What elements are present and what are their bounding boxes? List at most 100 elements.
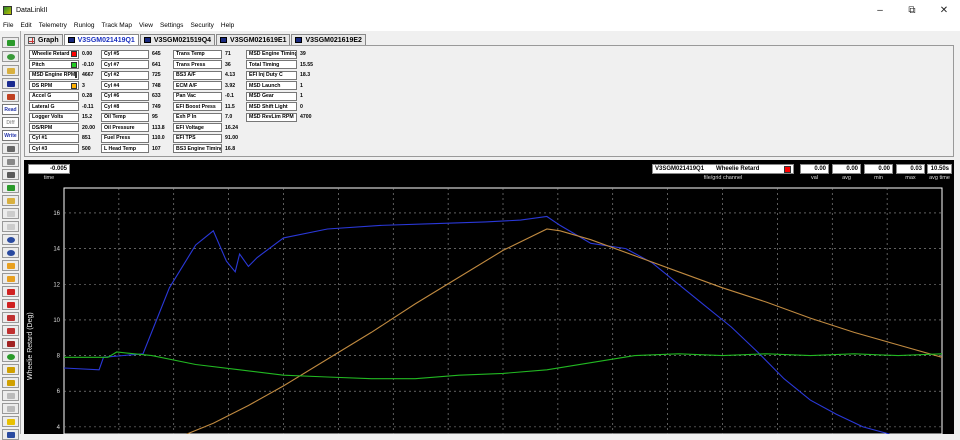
tab-v3sgm021519q4[interactable]: V3SGM021519Q4 — [139, 34, 216, 45]
right-arrow-tool[interactable] — [2, 299, 19, 310]
marker-tool[interactable] — [2, 338, 19, 349]
parameter-name-button[interactable]: Trans Press — [173, 60, 222, 70]
open-folder-tool[interactable] — [2, 65, 19, 76]
zoom-out-tool[interactable] — [2, 247, 19, 258]
parameter-name-button[interactable]: BS3 A/F — [173, 70, 222, 80]
run-tool[interactable] — [2, 182, 19, 193]
parameter-name-button[interactable]: Fuel Press — [101, 133, 149, 143]
parameter-name-button[interactable]: Cyl #2 — [101, 70, 149, 80]
channel-selector[interactable]: V3SGM021419Q1 Wheelie Retard — [652, 164, 794, 174]
parameter-name-button[interactable]: DS RPM — [29, 81, 79, 91]
parameter-name-button[interactable]: DS/RPM — [29, 123, 79, 133]
compress-tool[interactable] — [2, 273, 19, 284]
save-tool[interactable] — [2, 78, 19, 89]
tab-v3sgm021619e2[interactable]: V3SGM021619E2 — [291, 34, 366, 45]
tab-graph[interactable]: Graph — [24, 34, 63, 45]
app-logo-icon — [3, 5, 12, 15]
scale-tool[interactable] — [2, 312, 19, 323]
parameter-name-button[interactable]: Exh P In — [173, 112, 222, 122]
grid-tool[interactable] — [2, 208, 19, 219]
parameter-name-button[interactable]: Cyl #6 — [101, 91, 149, 101]
menu-file[interactable]: File — [3, 22, 13, 29]
parameter-name-button[interactable]: Cyl #1 — [29, 133, 79, 143]
cursor-tool[interactable] — [2, 325, 19, 336]
parameter-name-button[interactable]: Cyl #3 — [29, 144, 79, 154]
parameter-name-button[interactable]: Cyl #7 — [101, 60, 149, 70]
parameter-name-button[interactable]: Oil Temp — [101, 112, 149, 122]
parameter-name-button[interactable]: Accel G — [29, 91, 79, 101]
expand-tool[interactable] — [2, 260, 19, 271]
menu-edit[interactable]: Edit — [20, 22, 31, 29]
parameter-name-button[interactable]: Cyl #4 — [101, 81, 149, 91]
sync-tool[interactable] — [2, 364, 19, 375]
grid-two-tool[interactable] — [2, 221, 19, 232]
pen-tool[interactable] — [2, 169, 19, 180]
parameter-name-button[interactable]: Oil Pressure — [101, 123, 149, 133]
parameter-name-button[interactable]: MSD Engine RPM — [29, 70, 79, 80]
edit-tool[interactable] — [2, 91, 19, 102]
parameter-name-button[interactable]: EFI Inj Duty C — [246, 70, 297, 80]
parameter-name-button[interactable]: MSD Shift Light — [246, 102, 297, 112]
menu-runlog[interactable]: Runlog — [74, 22, 95, 29]
parameter-name: MSD Engine Timing — [249, 51, 297, 58]
series-color-swatch[interactable] — [71, 82, 77, 89]
menu-help[interactable]: Help — [221, 22, 234, 29]
parameter-name-button[interactable]: MSD RevLim RPM — [246, 112, 297, 122]
undo-tool[interactable] — [2, 390, 19, 401]
series-color-swatch[interactable] — [75, 72, 78, 79]
parameter-name-button[interactable]: Pitch — [29, 60, 79, 70]
parameter-name-button[interactable]: MSD Launch — [246, 81, 297, 91]
folder-tool[interactable] — [2, 195, 19, 206]
line-chart[interactable]: 4 6 8 10 12 14 16 — [24, 160, 954, 434]
graph-area[interactable]: -0.005 time V3SGM021419Q1 Wheelie Retard… — [24, 160, 954, 434]
new-file-tool[interactable] — [2, 37, 19, 48]
max-box: 0.03 — [896, 164, 925, 174]
grid-two-icon — [6, 223, 15, 230]
parameter-value: 725 — [152, 72, 161, 79]
recycle-tool[interactable] — [2, 51, 19, 62]
series-color-swatch[interactable] — [71, 51, 77, 58]
parameter-name-button[interactable]: L Head Temp — [101, 144, 149, 154]
copy-tool[interactable] — [2, 156, 19, 167]
read-button[interactable]: Read — [2, 104, 19, 115]
parameter-name-button[interactable]: MSD Engine Timing — [246, 49, 297, 59]
zoom-in-tool[interactable] — [2, 234, 19, 245]
parameter-name-button[interactable]: MSD Gear — [246, 91, 297, 101]
parameter-name-button[interactable]: BS3 Engine Timing — [173, 144, 222, 154]
parameter-name-button[interactable]: Pan Vac — [173, 91, 222, 101]
parameter-name-button[interactable]: Lateral G — [29, 102, 79, 112]
parameter-name-button[interactable]: Cyl #5 — [101, 49, 149, 59]
menu-view[interactable]: View — [139, 22, 153, 29]
menu-telemetry[interactable]: Telemetry — [39, 22, 67, 29]
left-arrow-tool[interactable] — [2, 286, 19, 297]
tab-v3sgm021419q1[interactable]: V3SGM021419Q1 — [63, 34, 139, 45]
print-tool[interactable] — [2, 143, 19, 154]
menu-track-map[interactable]: Track Map — [101, 22, 131, 29]
parameter-name-button[interactable]: EFI Voltage — [173, 123, 222, 133]
tab-graph-label: Graph — [38, 36, 59, 44]
val-box: 0.00 — [800, 164, 829, 174]
minimize-icon[interactable]: – — [864, 0, 896, 20]
maximize-icon[interactable]: ⧉ — [896, 0, 928, 20]
parameter-name-button[interactable]: Cyl #8 — [101, 102, 149, 112]
diff-button[interactable]: Diff — [2, 117, 19, 128]
parameter-name-button[interactable]: Total Timing — [246, 60, 297, 70]
parameter-name-button[interactable]: ECM A/F — [173, 81, 222, 91]
parameter-name-button[interactable]: Logger Volts — [29, 112, 79, 122]
warning-tool[interactable] — [2, 416, 19, 427]
parameter-name: Cyl #7 — [104, 61, 120, 68]
parameter-name-button[interactable]: Trans Temp — [173, 49, 222, 59]
close-icon[interactable]: ✕ — [928, 0, 960, 20]
menu-security[interactable]: Security — [190, 22, 213, 29]
align-tool[interactable] — [2, 377, 19, 388]
write-button[interactable]: Write — [2, 130, 19, 141]
redo-tool[interactable] — [2, 403, 19, 414]
parameter-name-button[interactable]: Wheelie Retard — [29, 49, 79, 59]
parameter-name-button[interactable]: EFI TPS — [173, 133, 222, 143]
menu-settings[interactable]: Settings — [160, 22, 184, 29]
help-tool[interactable] — [2, 429, 19, 440]
parameter-name-button[interactable]: EFI Boost Press — [173, 102, 222, 112]
tab-v3sgm021619e1[interactable]: V3SGM021619E1 — [216, 34, 291, 45]
series-color-swatch[interactable] — [71, 61, 77, 68]
lap-tool[interactable] — [2, 351, 19, 362]
